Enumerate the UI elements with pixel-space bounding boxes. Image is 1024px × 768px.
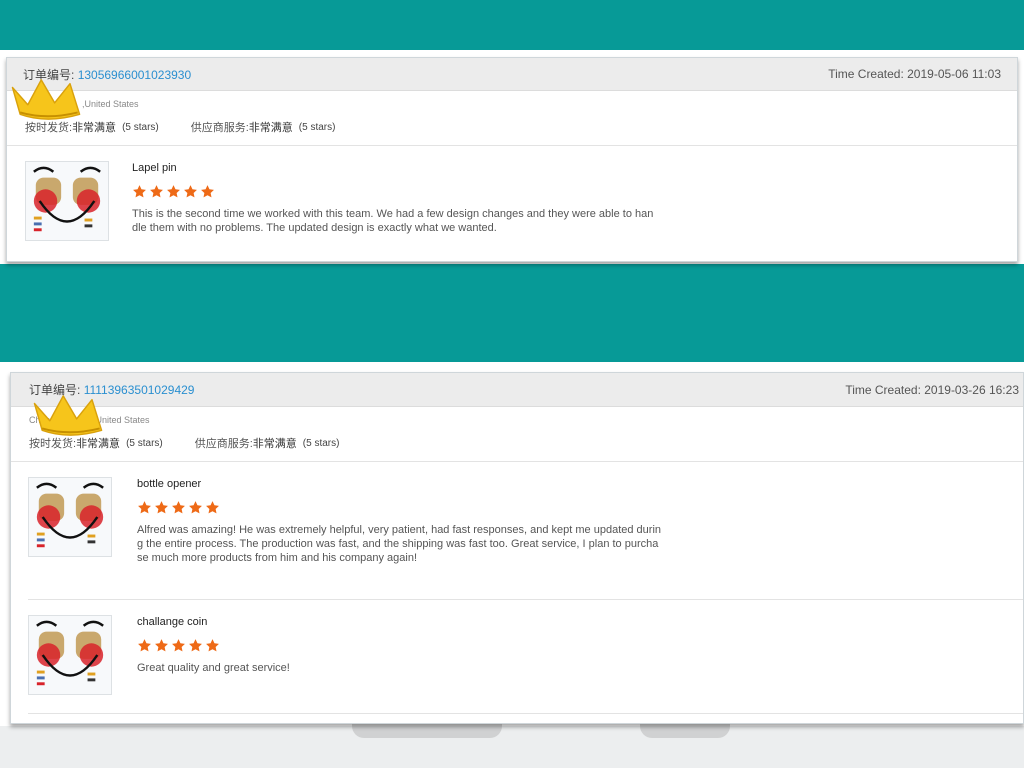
star-icon [171,638,186,653]
buyer-info: ,United States 按时发货: 非常满意 (5 stars) 供应商服… [7,91,1017,135]
product-thumbnail[interactable] [28,477,112,557]
star-rating [137,638,220,653]
star-icon [171,500,186,515]
star-icon [166,184,181,199]
review-header: 订单编号: 11113963501029429 Time Created: 20… [11,373,1023,407]
star-rating [132,184,215,199]
product-title[interactable]: bottle opener [137,478,201,490]
star-icon [132,184,147,199]
star-icon [183,184,198,199]
divider [28,713,1023,714]
bottom-gray-band [0,726,1024,768]
buyer-info: Chris isic,United States 按时发货: 非常满意 (5 s… [11,407,1023,451]
review-text: This is the second time we worked with t… [132,207,692,235]
review-line: Great quality and great service! [137,662,290,674]
review-text: Alfred was amazing! He was extremely hel… [137,523,697,565]
divider [28,599,1023,600]
star-icon [205,638,220,653]
star-icon [137,500,152,515]
middle-teal-band [0,264,1024,362]
crown-icon [8,76,86,122]
supplier-service-stars: (5 stars) [298,121,336,133]
supplier-service-value: 非常满意 [248,122,293,134]
buyer-location: ,United States [82,99,139,109]
product-title[interactable]: Lapel pin [132,162,177,174]
review-line: Alfred was amazing! He was extremely hel… [137,524,662,536]
review-item: bottle opener Alfred was amazing! He was… [11,462,1023,599]
star-icon [188,500,203,515]
divider [7,145,1017,146]
crown-icon [30,392,108,438]
review-line: dle them with no problems. The updated d… [132,222,497,234]
review-text: Great quality and great service! [137,661,697,675]
star-icon [149,184,164,199]
supplier-service-stars: (5 stars) [302,437,340,449]
on-time-stars: (5 stars) [122,121,159,133]
star-icon [188,638,203,653]
seller-ratings: 按时发货: 非常满意 (5 stars) 供应商服务: 非常满意 (5 star… [29,435,1005,451]
supplier-service-label: 供应商服务: [190,122,249,134]
time-created: Time Created: 2019-05-06 11:03 [828,67,1001,81]
star-rating [137,500,220,515]
supplier-service-label: 供应商服务: [194,438,253,450]
product-title[interactable]: challange coin [137,616,207,628]
review-line: g the entire process. The production was… [137,538,659,550]
star-icon [154,500,169,515]
review-panel: 订单编号: 11113963501029429 Time Created: 20… [10,372,1024,724]
product-thumbnail[interactable] [25,161,109,241]
star-icon [205,500,220,515]
time-created: Time Created: 2019-03-26 16:23 [845,382,1019,397]
product-thumbnail[interactable] [28,615,112,695]
order-number-link[interactable]: 13056966001023930 [78,68,191,82]
review-panel: 订单编号: 13056966001023930 Time Created: 20… [6,57,1018,262]
on-time-stars: (5 stars) [126,437,163,449]
review-header: 订单编号: 13056966001023930 Time Created: 20… [7,58,1017,91]
supplier-service-value: 非常满意 [252,438,297,450]
star-icon [137,638,152,653]
buyer-location: Chris isic,United States [29,415,150,425]
star-icon [200,184,215,199]
top-teal-band [0,0,1024,50]
review-line: se much more products from him and his c… [137,552,418,564]
review-line: This is the second time we worked with t… [132,208,654,220]
seller-ratings: 按时发货: 非常满意 (5 stars) 供应商服务: 非常满意 (5 star… [25,119,999,135]
star-icon [154,638,169,653]
